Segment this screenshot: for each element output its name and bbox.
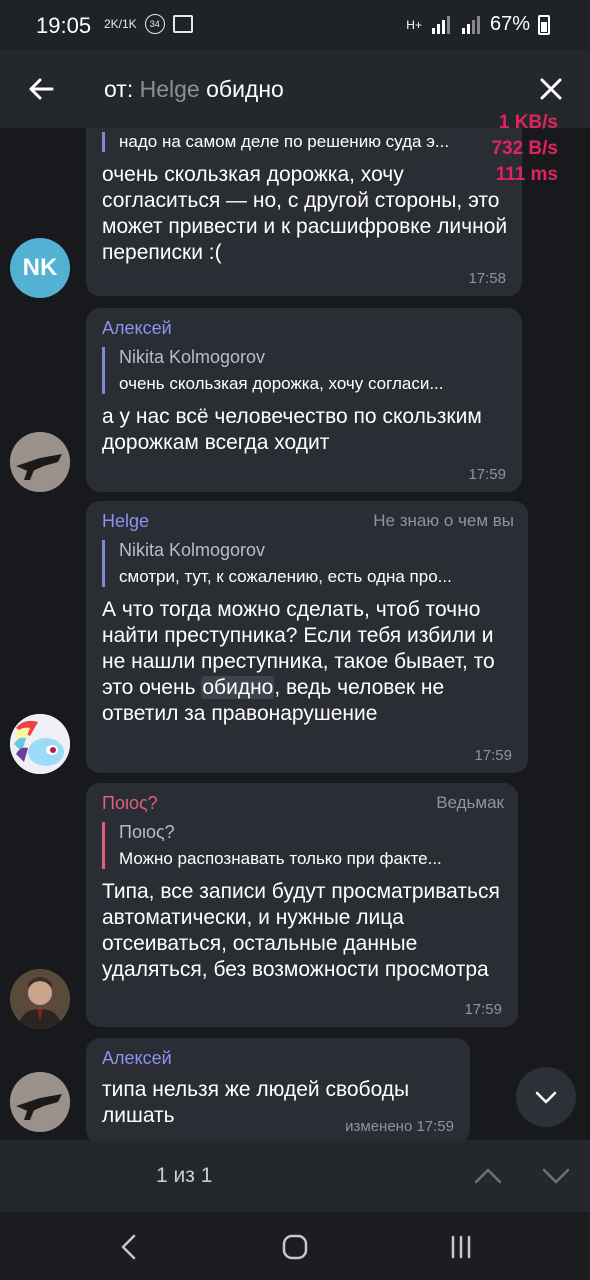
reply-quote[interactable]: Nikita Kolmogorov очень скользкая дорожк… [102, 347, 508, 394]
scroll-down-button[interactable] [516, 1067, 576, 1127]
sender-title: Не знаю о чем вы [373, 511, 514, 530]
system-navigation-bar [0, 1212, 590, 1280]
search-results-bar: 1 из 1 [0, 1140, 590, 1212]
chevron-down-icon [535, 1091, 557, 1104]
bird-avatar-icon [10, 1072, 70, 1132]
bird-avatar-icon [10, 432, 70, 492]
network-stats-overlay: 1 KB/s 732 B/s 111 ms [491, 110, 558, 188]
chat-messages[interactable]: надо на самом деле по решению суда э... … [0, 128, 590, 1140]
back-arrow-icon[interactable] [24, 72, 58, 106]
status-notification-icons: 2K/1K 34 [104, 14, 193, 34]
message-text: А что тогда можно сделать, чтоб точно на… [102, 597, 514, 727]
message-time: 17:59 [468, 466, 506, 483]
reply-sender: Nikita Kolmogorov [119, 347, 266, 367]
person-avatar-icon [10, 969, 70, 1029]
avatar[interactable] [10, 714, 70, 774]
search-query-text: обидно [206, 76, 284, 102]
reply-text: смотри, тут, к сожалению, есть одна про.… [119, 567, 452, 586]
reply-text: Можно распознавать только при факте... [119, 849, 442, 868]
status-right: H+ 67% [406, 13, 550, 36]
message-time: 17:58 [468, 270, 506, 287]
avatar[interactable] [10, 1072, 70, 1132]
reply-quote[interactable]: надо на самом деле по решению суда э... [102, 132, 508, 152]
badge-34-icon: 34 [144, 14, 165, 34]
signal-icon-2 [461, 15, 480, 34]
upload-speed: 732 B/s [491, 138, 558, 159]
chevron-down-icon [542, 1168, 570, 1184]
sender-name[interactable]: Алексей [102, 1048, 456, 1069]
ping: 111 ms [495, 164, 558, 185]
reply-sender: Поιος? [119, 822, 175, 842]
message-bubble[interactable]: Алексей Nikita Kolmogorov очень скользка… [86, 308, 522, 492]
previous-result-button[interactable] [468, 1156, 508, 1196]
reply-quote[interactable]: Nikita Kolmogorov смотри, тут, к сожален… [102, 540, 514, 587]
chevron-up-icon [474, 1168, 502, 1184]
home-icon[interactable] [278, 1230, 312, 1264]
network-type-icon: H+ [406, 17, 422, 32]
reply-text: надо на самом деле по решению суда э... [119, 132, 450, 151]
search-prefix: от: [104, 76, 134, 102]
search-input[interactable]: от: Helge обидно [104, 76, 284, 103]
signal-icon [431, 15, 450, 34]
reply-sender: Nikita Kolmogorov [119, 540, 266, 560]
avatar[interactable] [10, 432, 70, 492]
message-bubble[interactable]: Helge Не знаю о чем вы Nikita Kolmogorov… [86, 501, 528, 773]
close-icon[interactable] [534, 72, 568, 106]
avatar[interactable]: NK [10, 238, 70, 298]
message-time: изменено 17:59 [345, 1118, 454, 1135]
search-highlight: обидно [201, 676, 275, 699]
message-text: Типа, все записи будут просматриваться а… [102, 880, 500, 981]
download-speed: 1 KB/s [498, 112, 558, 133]
message-bubble[interactable]: Алексей типа нельзя же людей свободы лиш… [86, 1038, 470, 1140]
search-result-count: 1 из 1 [156, 1164, 213, 1187]
pony-avatar-icon [10, 714, 70, 774]
avatar[interactable] [10, 969, 70, 1029]
message-time: 17:59 [464, 1001, 502, 1018]
image-icon [172, 15, 193, 33]
search-user-filter[interactable]: Helge [140, 76, 200, 102]
battery-icon [538, 14, 550, 35]
sender-name[interactable]: Алексей [102, 318, 508, 339]
message-text: а у нас всё человечество по скользким до… [102, 405, 482, 454]
message-bubble[interactable]: надо на самом деле по решению суда э... … [86, 128, 522, 296]
status-bar: 19:05 2K/1K 34 H+ 67% [0, 0, 590, 50]
next-result-button[interactable] [536, 1156, 576, 1196]
status-time: 19:05 [36, 13, 92, 38]
message-time: 17:59 [474, 747, 512, 764]
message-bubble[interactable]: Поιος? Ведьмак Поιος? Можно распознавать… [86, 783, 518, 1027]
reply-text: очень скользкая дорожка, хочу согласи... [119, 374, 444, 393]
recent-apps-icon[interactable] [444, 1230, 478, 1264]
reply-quote[interactable]: Поιος? Можно распознавать только при фак… [102, 822, 504, 869]
data-speed-icon: 2K/1K [104, 17, 137, 31]
battery-percent: 67% [489, 13, 530, 35]
sender-title: Ведьмак [436, 793, 504, 812]
system-back-icon[interactable] [112, 1230, 146, 1264]
message-text: очень скользкая дорожка, хочу согласитьс… [102, 163, 508, 264]
